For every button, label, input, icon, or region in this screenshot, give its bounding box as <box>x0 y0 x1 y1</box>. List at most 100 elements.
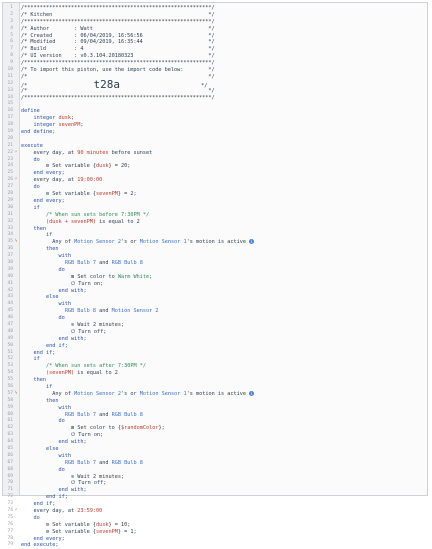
code-text: end with; <box>59 288 87 295</box>
code-token: with <box>58 452 72 459</box>
code-token: do <box>58 266 65 273</box>
code-token: 's motion is active <box>186 239 250 246</box>
code-line: 75 do <box>3 515 427 522</box>
code-text: ⊞ Set color to Warm White; <box>71 274 152 281</box>
code-line: 12/* t28a */ <box>3 79 427 90</box>
code-token: do <box>33 184 40 191</box>
code-line: 73 end if; <box>3 501 427 508</box>
code-line: 56 if <box>3 384 427 391</box>
line-number: 46 <box>7 315 13 321</box>
code-line: 30 if <box>3 205 427 212</box>
code-token: }; <box>158 425 165 432</box>
code-line: 22 ⚡ every day, at 90 minutes before sunse… <box>3 150 427 157</box>
code-line: 74 ⚡ every day, at 23:59:00 <box>3 508 427 515</box>
code-token: do <box>58 315 65 322</box>
code-text: RGB Bulb 7 and RGB Bulb 8 <box>65 460 143 467</box>
info-icon[interactable]: i <box>249 390 255 396</box>
code-text: ⏻ Turn off; <box>71 329 106 336</box>
code-token: ⏻ Turn off; <box>71 480 107 487</box>
line-number: 21 <box>7 142 13 148</box>
line-number: 18 <box>7 122 13 128</box>
code-token: /* */ <box>21 87 215 94</box>
line-number: 68 <box>7 466 13 472</box>
code-token: and <box>96 411 112 418</box>
line-number: 47 <box>7 321 13 327</box>
code-token: end execute; <box>21 542 59 549</box>
code-text: end if; <box>46 343 68 350</box>
code-line: 67 RGB Bulb 7 and RGB Bulb 8 <box>3 460 427 467</box>
info-icon[interactable]: i <box>249 239 255 245</box>
code-token: } = 2; <box>117 191 137 198</box>
code-line: 40 ⊞ Set color to Warm White; <box>3 274 427 281</box>
code-area: 1 /**************************************… <box>3 5 427 549</box>
code-token: ⚙ Set variable { <box>46 163 97 170</box>
code-text: do <box>34 184 40 191</box>
code-token: (dusk + sevenPM) <box>46 218 97 225</box>
code-token: /***************************************… <box>21 5 215 11</box>
code-token: Any of <box>52 239 75 246</box>
line-number: 74 <box>7 508 13 514</box>
code-line: 26 ⚡ every day, at 19:00:00 <box>3 177 427 184</box>
code-text: end if; <box>46 494 68 501</box>
code-token: 23:59:00 <box>77 508 103 515</box>
line-number: 65 <box>7 446 13 451</box>
line-number: 22 <box>7 149 13 155</box>
code-line: 71 end with; <box>3 487 427 494</box>
code-text: if <box>46 384 52 391</box>
code-line: 62 ⊞ Set color to {$randomColor}; <box>3 425 427 432</box>
code-token: end with; <box>58 287 87 294</box>
line-number: 30 <box>7 204 13 210</box>
code-line: 77 ⚙ Set variable {sevenPM} = 1; <box>3 529 427 536</box>
code-line: 76 ⚙ Set variable {dusk} = 10; <box>3 522 427 529</box>
code-text: then <box>46 398 59 405</box>
code-text: /* Modified : 09/04/2019, 16:35:44 */ <box>21 39 215 46</box>
code-line: 45 RGB Bulb 8 and Motion Sensor 2 <box>3 308 427 315</box>
code-line: 59 with <box>3 405 427 412</box>
line-number: 41 <box>7 280 13 286</box>
code-token: RGB Bulb 7 <box>64 259 97 266</box>
code-text: /* To import this piston, use the import… <box>21 67 215 74</box>
code-token: end with; <box>58 439 87 446</box>
code-token: then <box>46 246 59 253</box>
code-token: RGB Bulb 7 <box>64 411 97 418</box>
line-number: 72 <box>7 494 13 500</box>
code-line: 19 end define; <box>3 129 427 136</box>
code-token: (sevenPM) <box>46 370 75 377</box>
code-token: /* When sun sets before 7:30PM */ <box>46 211 150 218</box>
code-token: /***************************************… <box>21 60 215 67</box>
code-text: do <box>59 267 65 274</box>
line-number: 3 <box>10 18 13 24</box>
code-token: dusk <box>58 115 72 122</box>
code-text: then <box>46 246 59 253</box>
code-token: /* Build : 4 */ <box>21 46 215 53</box>
code-text: then <box>34 226 47 233</box>
code-text: do <box>34 157 40 164</box>
code-token: 's motion is active <box>186 390 250 397</box>
code-line: 44 with <box>3 301 427 308</box>
code-text: do <box>59 315 65 322</box>
code-token: do <box>33 156 40 163</box>
trigger-icon: ⚡ <box>14 508 18 514</box>
code-token: ⚙ Set variable { <box>46 191 97 198</box>
code-text: ⏻ Turn off; <box>71 480 106 487</box>
line-number: 2 <box>10 11 13 17</box>
code-token: /* When sun sets after 7:30PM */ <box>46 363 146 370</box>
code-token: /* Modified : 09/04/2019, 16:35:44 */ <box>21 39 215 46</box>
code-text: /***************************************… <box>21 60 215 67</box>
code-line: 72 end if; <box>3 494 427 501</box>
code-text: execute <box>21 143 43 150</box>
code-line: 46 do <box>3 315 427 322</box>
code-token: then <box>33 377 47 384</box>
line-number: 67 <box>7 459 13 465</box>
code-line: 36 then <box>3 246 427 253</box>
code-line: 53/* When sun sets after 7:30PM */ <box>3 363 427 370</box>
code-token: RGB Bulb 8 <box>111 259 143 266</box>
line-number: 64 <box>7 439 13 445</box>
code-text: end every; <box>34 536 65 543</box>
code-token: if <box>33 356 40 363</box>
code-line: 18 integer sevenPM; <box>3 122 427 129</box>
code-token: ⚙ Set variable { <box>46 521 97 528</box>
code-text: do <box>34 515 40 522</box>
code-text: ⊙ Wait 2 minutes; <box>71 322 124 329</box>
line-number: 19 <box>7 129 13 135</box>
